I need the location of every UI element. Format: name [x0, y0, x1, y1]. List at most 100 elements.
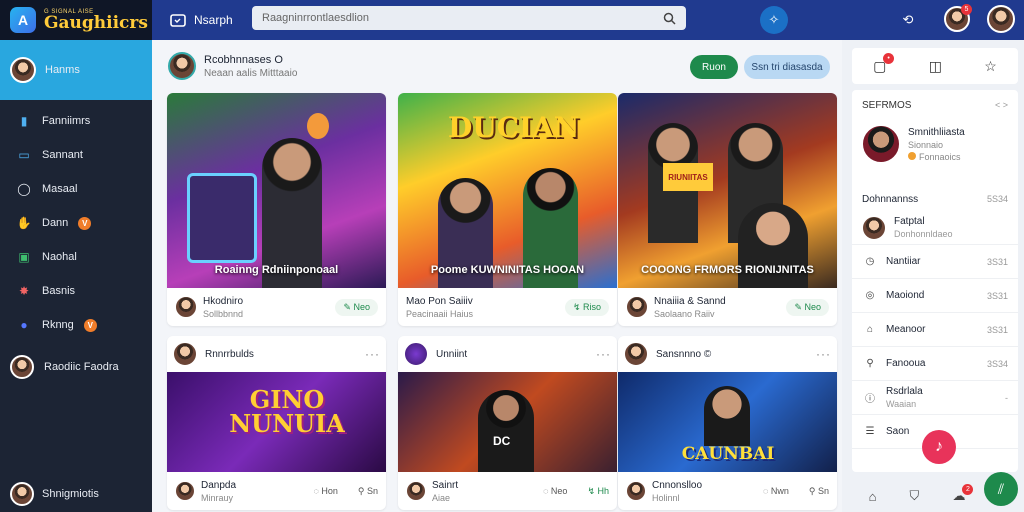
- hand-icon: ✋: [16, 216, 32, 230]
- list-item-text: Fanooua: [886, 358, 979, 369]
- home-icon[interactable]: ⌂: [869, 489, 877, 504]
- panel-toolbar: ▢ • ◫ ☆: [852, 48, 1018, 84]
- video-card[interactable]: RIUNIITAS COOONG FRMORS RIONIJNITAS Nnai…: [618, 93, 837, 326]
- card-sub: Sollbbnnd: [203, 308, 244, 319]
- list-header: Dohnnannss 5S34: [852, 184, 1018, 211]
- sidebar-item[interactable]: ✋ Dann V: [0, 206, 152, 240]
- sidebar-user[interactable]: Shnigmiotis: [10, 482, 99, 506]
- star-icon[interactable]: ☆: [984, 58, 997, 75]
- sidebar-item[interactable]: Raodiic Faodra: [0, 350, 152, 384]
- sidebar-item[interactable]: ▭ Sannant: [0, 138, 152, 172]
- bottom-nav: ⌂ ⛉ ☁ 2: [852, 482, 982, 510]
- clock-icon: ◷: [865, 256, 875, 267]
- video-card[interactable]: DUCIAN Poome KUWNINITAS HOOAN Mao Pon Sa…: [398, 93, 617, 326]
- featured-item[interactable]: Smnithliiasta Sionnaio Fonnaoics: [852, 111, 1018, 177]
- featured-sub2-text: Fonnaoics: [919, 151, 961, 162]
- sidebar-item[interactable]: ▮ Fanniimrs: [0, 104, 152, 138]
- video-card[interactable]: Unniint ··· DC Sainrt Aiae ◌ Neo ↯ Hh: [398, 336, 617, 510]
- sign-image: RIUNIITAS: [663, 163, 713, 191]
- sidebar-item-label: Dann: [42, 217, 69, 229]
- folder-icon: [170, 14, 186, 27]
- top-title-group[interactable]: Nsarph: [170, 13, 233, 27]
- search-icon[interactable]: [663, 12, 676, 25]
- video-card[interactable]: Sansnnno © ··· CAUNBAI Cnnonslloo Holinn…: [618, 336, 837, 510]
- card-user: Danpda: [201, 479, 237, 491]
- search-action[interactable]: ⚲ Sn: [809, 486, 829, 497]
- video-card[interactable]: Roainng Rdniinponoaal Hkodniro Sollbbnnd…: [167, 93, 386, 326]
- more-icon[interactable]: ···: [596, 347, 611, 361]
- sidebar-user-name: Shnigmiotis: [42, 488, 99, 500]
- sidebar-item-home[interactable]: Hanms: [0, 40, 152, 100]
- share-action-label: Hh: [597, 485, 609, 496]
- more-icon[interactable]: ···: [816, 347, 831, 361]
- reply-label: Neo: [550, 486, 568, 496]
- thumbnail-heading: GINO NUNUIA: [229, 385, 345, 438]
- inbox-icon[interactable]: ▢ •: [873, 52, 895, 75]
- compass-icon[interactable]: ✧: [760, 6, 788, 34]
- creator-header[interactable]: Rcobhnnases O Neaan aalis Mitttaaio: [168, 52, 297, 80]
- search-bar[interactable]: [252, 6, 686, 30]
- list-item-name: Nantiiar: [886, 256, 921, 267]
- card-action-button[interactable]: ✎ Neo: [786, 298, 829, 316]
- search-input[interactable]: [262, 12, 663, 24]
- follow-button[interactable]: Ruon: [690, 55, 738, 79]
- card-header: Rnnrrbulds ···: [167, 336, 386, 372]
- shield-icon[interactable]: ⛉: [910, 488, 920, 504]
- sidebar-item-label: Hanms: [45, 64, 80, 76]
- subscribe-button[interactable]: Ssn tri diasasda: [744, 55, 830, 79]
- reply-button[interactable]: ◌ Nwn: [763, 486, 789, 496]
- list-item[interactable]: ⌂ Meanoor 3S31: [852, 313, 1018, 347]
- sidebar-item[interactable]: ● Rknng V: [0, 308, 152, 342]
- list-item-time: 3S34: [986, 358, 1008, 369]
- media-icon[interactable]: ◫: [929, 58, 942, 75]
- chat-icon[interactable]: ⟲: [894, 6, 922, 34]
- video-thumbnail[interactable]: RIUNIITAS COOONG FRMORS RIONIJNITAS: [618, 93, 837, 288]
- sidebar-item[interactable]: ✸ Basnis: [0, 274, 152, 308]
- list-item[interactable]: ⚲ Fanooua 3S34: [852, 347, 1018, 381]
- account-avatar[interactable]: [987, 5, 1015, 33]
- sidebar-item[interactable]: ▣ Naohal: [0, 240, 152, 274]
- more-icon[interactable]: ···: [365, 347, 380, 361]
- brand[interactable]: A G SIGNAL AISE Gaughiicrs: [0, 0, 152, 40]
- list-item-name: Meanoor: [886, 324, 926, 335]
- video-thumbnail[interactable]: DC: [398, 372, 617, 472]
- card-channel: Rnnrrbulds: [205, 348, 254, 360]
- sidebar-badge: V: [78, 216, 92, 230]
- cloud-icon[interactable]: ☁ 2: [952, 484, 974, 504]
- video-thumbnail[interactable]: Roainng Rdniinponoaal: [167, 93, 386, 288]
- balloon-image: [307, 113, 329, 139]
- featured-meta: Smnithliiasta Sionnaio Fonnaoics: [908, 127, 965, 162]
- list-item[interactable]: Fatptal Donhonnldaeo: [852, 211, 1018, 245]
- card-footer: Mao Pon Saiiiv Peacinaaii Haius ↯ Riso: [398, 288, 617, 326]
- action-fab[interactable]: ⫽: [984, 472, 1018, 506]
- card-action-button[interactable]: ✎ Neo: [335, 298, 378, 316]
- list-item-time: 3S31: [986, 324, 1008, 335]
- notification-badge: 2: [962, 484, 974, 495]
- video-card[interactable]: Rnnrrbulds ··· GINO NUNUIA Danpda Minrau…: [167, 336, 386, 510]
- brand-logo-icon: A: [10, 7, 36, 33]
- sidebar-item-label: Naohal: [42, 251, 77, 263]
- list-item[interactable]: ◷ Nantiiar 3S31: [852, 245, 1018, 279]
- chart-icon: ▮: [20, 114, 28, 128]
- creator-info: Rcobhnnases O Neaan aalis Mitttaaio: [204, 54, 297, 79]
- screen-icon: ▭: [18, 148, 30, 162]
- card-user: Mao Pon Saiiiv: [406, 295, 473, 307]
- list-item[interactable]: ◎ Maoiond 3S31: [852, 279, 1018, 313]
- section-nav-arrows[interactable]: < >: [995, 100, 1008, 111]
- reply-button[interactable]: ◌ Neo: [543, 486, 567, 496]
- video-thumbnail[interactable]: CAUNBAI: [618, 372, 837, 472]
- card-action-button[interactable]: ↯ Riso: [564, 298, 609, 316]
- video-thumbnail[interactable]: DUCIAN Poome KUWNINITAS HOOAN: [398, 93, 617, 288]
- notification-badge: 5: [961, 4, 972, 15]
- video-thumbnail[interactable]: GINO NUNUIA: [167, 372, 386, 472]
- person-image: [478, 390, 534, 472]
- search-action[interactable]: ⚲ Sn: [358, 486, 378, 497]
- list-item[interactable]: ⓘ Rsdrlala Waaian -: [852, 381, 1018, 415]
- music-button[interactable]: ♪: [922, 430, 956, 464]
- arcade-machine-image: [187, 173, 257, 263]
- share-action[interactable]: ↯ Hh: [587, 486, 609, 497]
- sidebar-item[interactable]: ◯ Masaal: [0, 172, 152, 206]
- reply-button[interactable]: ◌ Hon: [314, 486, 338, 496]
- brand-name: Gaughiicrs: [44, 12, 148, 33]
- reply-label: Nwn: [770, 486, 789, 496]
